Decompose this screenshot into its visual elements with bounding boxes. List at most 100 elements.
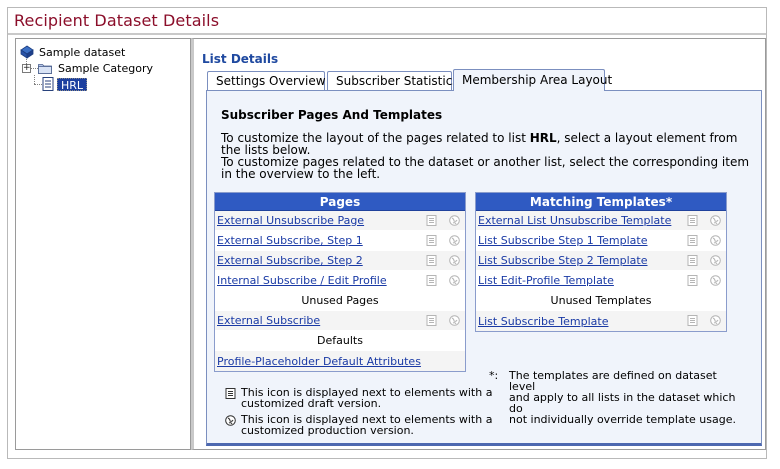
tab-panel-membership-area-layout: Subscriber Pages And Templates To custom… (206, 90, 762, 446)
document-icon (426, 255, 437, 266)
table-row: Profile-Placeholder Default Attributes (215, 351, 465, 371)
globe-icon (449, 315, 460, 326)
footnote-line: not individually override template usage… (509, 413, 736, 426)
globe-icon (449, 255, 460, 266)
tree-line (34, 75, 35, 84)
globe-icon (449, 215, 460, 226)
document-icon (426, 275, 437, 286)
table-row: External List Unsubscribe Template (476, 211, 726, 231)
row-icons (426, 315, 460, 326)
tree-node-category[interactable]: Sample Category (38, 61, 153, 75)
row-icons (687, 215, 721, 226)
templates-table: Matching Templates* External List Unsubs… (475, 192, 727, 332)
document-icon (426, 215, 437, 226)
legend-text: customized draft version. (241, 397, 382, 410)
table-row: List Subscribe Template (476, 311, 726, 331)
template-link[interactable]: List Subscribe Template (476, 315, 608, 328)
instructions-list: To customize the layout of the pages rel… (221, 132, 751, 156)
document-icon (687, 215, 698, 226)
tab-label: Subscriber Statistics (336, 74, 459, 88)
list-details-title: List Details (202, 52, 279, 66)
templates-footnote: *: The templates are defined on dataset … (489, 370, 739, 425)
document-icon (687, 315, 698, 326)
document-icon (687, 255, 698, 266)
tree-line (34, 84, 42, 85)
list-details-panel: List Details Settings Overview Subscribe… (191, 38, 766, 450)
globe-icon (449, 235, 460, 246)
pages-table-header: Pages (215, 193, 465, 211)
globe-icon (710, 215, 721, 226)
page-link[interactable]: External Subscribe (215, 314, 320, 327)
list-document-icon (42, 77, 54, 91)
page-link[interactable]: Profile-Placeholder Default Attributes (215, 355, 421, 368)
table-row: List Subscribe Step 1 Template (476, 231, 726, 251)
tab-membership-area-layout[interactable]: Membership Area Layout (453, 69, 612, 91)
tree-node-list-hrl[interactable]: HRL (42, 77, 88, 92)
template-link[interactable]: List Subscribe Step 2 Template (476, 254, 648, 267)
table-row: Internal Subscribe / Edit Profile (215, 271, 465, 291)
template-link[interactable]: External List Unsubscribe Template (476, 214, 671, 227)
icon-legend: This icon is displayed next to elements … (221, 387, 501, 436)
section-title: Subscriber Pages And Templates (221, 108, 443, 122)
table-row: External Subscribe, Step 2 (215, 251, 465, 271)
footnote-line: and apply to all lists in the dataset wh… (509, 391, 736, 415)
page-link[interactable]: External Subscribe, Step 1 (215, 234, 363, 247)
document-icon (687, 235, 698, 246)
dataset-tree: Sample dataset + Sample Category HRL (15, 38, 191, 450)
legend-draft: This icon is displayed next to elements … (221, 387, 501, 409)
table-row: List Subscribe Step 2 Template (476, 251, 726, 271)
document-icon (687, 275, 698, 286)
pages-table: Pages External Unsubscribe Page External… (214, 192, 466, 372)
legend-production: This icon is displayed next to elements … (221, 414, 501, 436)
globe-icon (449, 275, 460, 286)
page-link[interactable]: External Subscribe, Step 2 (215, 254, 363, 267)
title-bar: Recipient Dataset Details (8, 8, 766, 35)
tab-label: Membership Area Layout (462, 73, 613, 87)
app-window: Recipient Dataset Details Sample dataset… (7, 7, 767, 459)
tree-node-root[interactable]: Sample dataset (20, 45, 125, 59)
globe-icon (225, 415, 236, 426)
table-row: External Subscribe, Step 1 (215, 231, 465, 251)
expand-toggle[interactable]: + (22, 64, 31, 73)
template-link[interactable]: List Subscribe Step 1 Template (476, 234, 648, 247)
row-icons (426, 275, 460, 286)
tab-subscriber-statistics[interactable]: Subscriber Statistics (327, 71, 459, 91)
unused-pages-header: Unused Pages (215, 291, 465, 311)
defaults-header: Defaults (215, 331, 465, 351)
template-link[interactable]: List Edit-Profile Template (476, 274, 614, 287)
tab-label: Settings Overview (216, 74, 326, 88)
document-icon (426, 315, 437, 326)
tree-node-root-label: Sample dataset (39, 45, 126, 59)
tree-node-list-hrl-label: HRL (57, 77, 88, 92)
tree-line (31, 68, 38, 69)
list-name: HRL (529, 131, 557, 145)
legend-text: customized production version. (241, 424, 414, 437)
row-icons (426, 235, 460, 246)
globe-icon (710, 235, 721, 246)
globe-icon (710, 275, 721, 286)
globe-icon (710, 315, 721, 326)
row-icons (687, 315, 721, 326)
page-link[interactable]: External Unsubscribe Page (215, 214, 364, 227)
document-icon (225, 388, 236, 399)
footnote-line: The templates are defined on dataset lev… (509, 369, 717, 393)
tree-node-category-label: Sample Category (58, 61, 153, 75)
dataset-icon (20, 45, 34, 59)
row-icons (687, 275, 721, 286)
tab-settings-overview[interactable]: Settings Overview (207, 71, 326, 91)
page-title: Recipient Dataset Details (14, 11, 220, 30)
templates-table-header: Matching Templates* (476, 193, 726, 211)
row-icons (687, 235, 721, 246)
instructions-dataset: To customize pages related to the datase… (221, 155, 750, 181)
row-icons (687, 255, 721, 266)
table-row: External Unsubscribe Page (215, 211, 465, 231)
unused-templates-header: Unused Templates (476, 291, 726, 311)
row-icons (426, 215, 460, 226)
document-icon (426, 235, 437, 246)
table-row: List Edit-Profile Template (476, 271, 726, 291)
footnote-mark: *: (489, 369, 499, 382)
globe-icon (710, 255, 721, 266)
table-row: External Subscribe (215, 311, 465, 331)
page-link[interactable]: Internal Subscribe / Edit Profile (215, 274, 387, 287)
folder-icon (38, 63, 52, 74)
